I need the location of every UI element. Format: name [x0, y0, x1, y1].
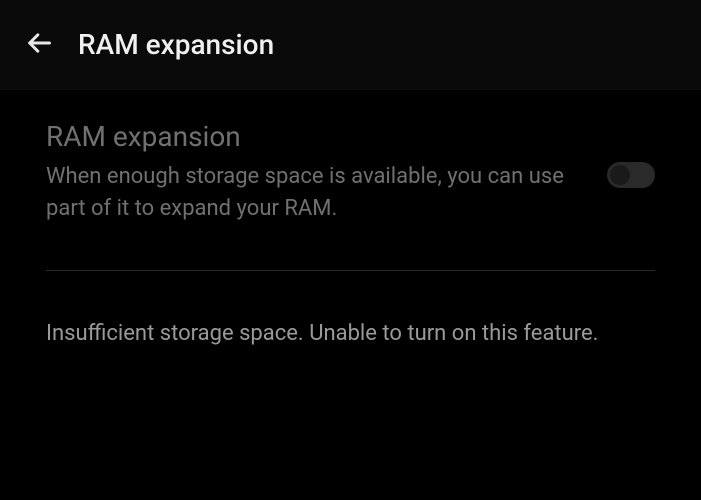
toggle-thumb	[610, 165, 630, 185]
setting-description: When enough storage space is available, …	[46, 161, 587, 225]
content-area: RAM expansion When enough storage space …	[0, 90, 701, 346]
ram-expansion-toggle[interactable]	[607, 162, 655, 188]
ram-expansion-setting[interactable]: RAM expansion When enough storage space …	[46, 120, 655, 271]
status-message: Insufficient storage space. Unable to tu…	[46, 271, 655, 346]
setting-title: RAM expansion	[46, 120, 587, 153]
header: RAM expansion	[0, 0, 701, 90]
back-button[interactable]	[18, 24, 60, 66]
page-title: RAM expansion	[78, 28, 274, 61]
arrow-left-icon	[25, 29, 53, 61]
setting-text-block: RAM expansion When enough storage space …	[46, 120, 607, 225]
